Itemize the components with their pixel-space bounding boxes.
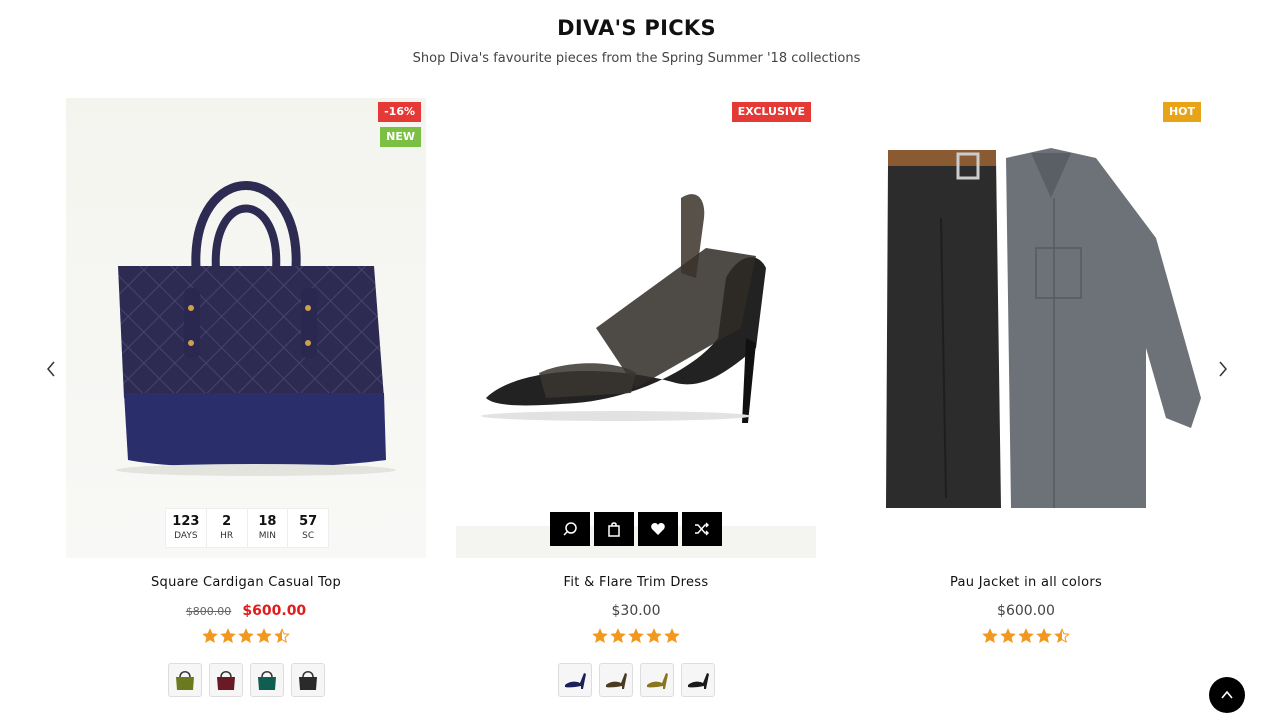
exclusive-badge: EXCLUSIVE [731,102,811,122]
swatch-black[interactable] [290,663,325,697]
countdown-minutes: 18 MIN [248,509,289,547]
chevron-right-icon [1219,361,1227,377]
rating-stars [66,625,426,643]
star-full-icon [628,627,644,643]
star-half-icon [1054,627,1070,643]
product-card[interactable]: -16% NEW 123 DAYS 2 HR 18 MIN 57 SC Square C… [66,98,426,697]
star-full-icon [664,627,680,643]
countdown-hours: 2 HR [207,509,248,547]
product-card[interactable]: EXCLUSIVE Fit & Flare Trim Dress $30.00 [456,98,816,697]
shuffle-icon [695,522,709,536]
star-full-icon [1000,627,1016,643]
add-to-wishlist-button[interactable] [638,512,678,546]
swatch-black[interactable] [680,663,715,697]
star-full-icon [202,627,218,643]
sandal-image [456,98,816,558]
chevron-up-icon [1221,690,1233,699]
bag-thumb-icon [216,671,235,690]
swatch-teal[interactable] [249,663,284,697]
compare-button[interactable] [682,512,722,546]
section-title: DIVA'S PICKS [557,16,716,40]
product-card[interactable]: HOT Pau Jacket in all colors $600.00 [846,98,1206,643]
carousel-next-arrow[interactable] [1212,358,1234,380]
shoe-thumb-icon [605,673,627,689]
swatch-gold[interactable] [639,663,674,697]
jacket-image [846,98,1206,558]
countdown-timer: 123 DAYS 2 HR 18 MIN 57 SC [165,508,329,548]
star-full-icon [220,627,236,643]
add-to-cart-button[interactable] [594,512,634,546]
swatch-olive[interactable] [167,663,202,697]
section-subtitle: Shop Diva's favourite pieces from the Sp… [412,51,861,66]
rating-stars [456,625,816,643]
color-swatches [456,663,816,697]
bag-icon [608,522,620,537]
product-image[interactable]: EXCLUSIVE [456,98,816,558]
product-name[interactable]: Fit & Flare Trim Dress [456,575,816,590]
regular-price: $30.00 [611,603,661,619]
star-half-icon [274,627,290,643]
quick-actions [550,512,722,546]
product-name[interactable]: Square Cardigan Casual Top [66,575,426,590]
regular-price: $600.00 [997,603,1055,619]
old-price: $800.00 [185,605,232,618]
shoe-thumb-icon [687,673,709,689]
handbag-image [66,98,426,558]
swatch-brown[interactable] [598,663,633,697]
product-image[interactable]: HOT [846,98,1206,558]
chevron-left-icon [47,361,55,377]
product-price: $30.00 [456,600,816,620]
product-image[interactable]: -16% NEW 123 DAYS 2 HR 18 MIN 57 SC [66,98,426,558]
countdown-seconds: 57 SC [299,514,318,541]
star-full-icon [982,627,998,643]
quick-view-button[interactable] [550,512,590,546]
swatch-maroon[interactable] [208,663,243,697]
heart-icon [651,523,665,535]
swatch-navy[interactable] [557,663,592,697]
shoe-thumb-icon [564,673,586,689]
bag-thumb-icon [175,671,194,690]
star-full-icon [610,627,626,643]
star-full-icon [1036,627,1052,643]
hot-badge: HOT [1162,102,1201,122]
countdown-days: 123 DAYS [166,509,207,547]
product-price: $800.00 $600.00 [66,600,426,620]
back-to-top-button[interactable] [1209,677,1245,713]
search-icon [563,522,577,536]
shoe-thumb-icon [646,673,668,689]
bag-thumb-icon [298,671,317,690]
star-full-icon [592,627,608,643]
sale-price: $600.00 [242,603,307,619]
product-name[interactable]: Pau Jacket in all colors [846,575,1206,590]
new-badge: NEW [380,127,421,147]
product-price: $600.00 [846,600,1206,620]
discount-badge: -16% [378,102,421,122]
star-full-icon [256,627,272,643]
rating-stars [846,625,1206,643]
carousel-prev-arrow[interactable] [40,358,62,380]
color-swatches [66,663,426,697]
bag-thumb-icon [257,671,276,690]
star-full-icon [238,627,254,643]
star-full-icon [646,627,662,643]
star-full-icon [1018,627,1034,643]
